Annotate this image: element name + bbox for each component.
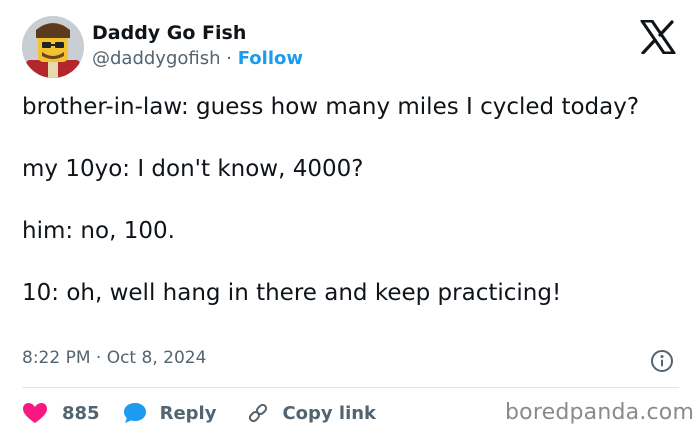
timestamp[interactable]: 8:22 PM · Oct 8, 2024 — [22, 348, 206, 368]
tweet-line: him: no, 100. — [22, 218, 175, 244]
author-name[interactable]: Daddy Go Fish — [92, 22, 246, 44]
author-handle-row: @daddygofish · Follow — [92, 48, 303, 69]
reply-label: Reply — [159, 402, 217, 424]
copy-link-button[interactable]: Copy link — [246, 401, 376, 425]
info-icon[interactable] — [650, 349, 674, 373]
author-handle[interactable]: @daddygofish — [92, 48, 221, 69]
follow-button[interactable]: Follow — [238, 48, 303, 69]
tweet-line: my 10yo: I don't know, 4000? — [22, 156, 364, 182]
speech-bubble-icon — [123, 403, 146, 423]
tweet-line: 10: oh, well hang in there and keep prac… — [22, 280, 562, 306]
tweet-text: brother-in-law: guess how many miles I c… — [22, 92, 672, 309]
watermark: boredpanda.com — [505, 400, 695, 425]
divider — [22, 387, 679, 388]
action-bar: 885 Reply Copy link — [22, 398, 376, 428]
like-button[interactable]: 885 — [22, 402, 100, 424]
x-logo-icon[interactable] — [640, 19, 676, 55]
handle-separator: · — [226, 48, 232, 69]
copy-link-label: Copy link — [282, 402, 377, 424]
reply-button[interactable]: Reply — [122, 401, 217, 425]
avatar[interactable] — [22, 16, 84, 78]
heart-icon — [23, 403, 47, 423]
like-count: 885 — [62, 402, 100, 424]
link-icon — [249, 403, 268, 423]
tweet-line: brother-in-law: guess how many miles I c… — [22, 94, 640, 120]
lego-figure-icon — [22, 16, 84, 78]
